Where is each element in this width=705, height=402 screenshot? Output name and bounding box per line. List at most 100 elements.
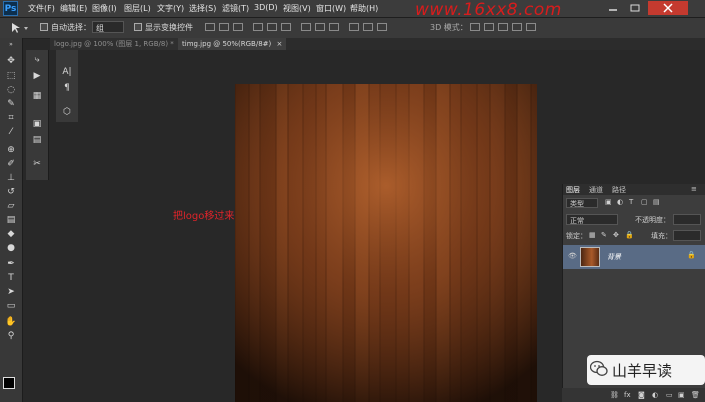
brush-tool-icon[interactable]: ✐ [4, 158, 18, 170]
align-vcenter-icon[interactable] [219, 23, 229, 31]
minimize-button[interactable] [604, 2, 622, 14]
tab-close-icon[interactable]: × [276, 40, 282, 48]
align-left-icon[interactable] [253, 23, 263, 31]
menu-edit[interactable]: 编辑(E) [60, 3, 87, 14]
eyedropper-icon[interactable]: ⁄ [4, 126, 18, 138]
restore-button[interactable] [626, 2, 644, 14]
tool-presets-icon[interactable]: ✂ [30, 158, 44, 170]
eye-icon[interactable]: 👁 [568, 252, 577, 260]
wechat-badge: 山羊早读 [587, 355, 705, 385]
align-bottom-icon[interactable] [233, 23, 243, 31]
distribute-vcenter-icon[interactable] [315, 23, 325, 31]
tab-paths[interactable]: 路径 [612, 185, 626, 195]
dodge-tool-icon[interactable]: ● [4, 242, 18, 254]
marquee-tool-icon[interactable]: ⬚ [4, 70, 18, 82]
3d-slide-icon[interactable] [512, 23, 522, 31]
new-layer-icon[interactable]: ▣ [678, 391, 685, 399]
healing-brush-icon[interactable]: ⊕ [4, 144, 18, 156]
show-transform-checkbox[interactable] [134, 23, 142, 31]
align-top-icon[interactable] [205, 23, 215, 31]
actions-icon[interactable]: ▶ [30, 70, 44, 82]
shape-tool-icon[interactable]: ▭ [4, 300, 18, 312]
tab-logo[interactable]: logo.jpg @ 100% (图层 1, RGB/8) * [50, 38, 178, 50]
distribute-top-icon[interactable] [301, 23, 311, 31]
zoom-tool-icon[interactable]: ⚲ [4, 330, 18, 342]
blend-mode-dropdown[interactable]: 正常 [566, 214, 618, 225]
history-brush-icon[interactable]: ↺ [4, 186, 18, 198]
filter-pixel-icon[interactable]: ▣ [605, 198, 612, 206]
close-button[interactable] [648, 1, 688, 15]
history-icon[interactable]: ⤷ [30, 54, 44, 66]
menu-layer[interactable]: 图层(L) [124, 3, 151, 14]
delete-layer-icon[interactable]: 🗑 [691, 391, 700, 399]
clone-stamp-icon[interactable]: ⊥ [4, 172, 18, 184]
document-canvas[interactable] [235, 84, 537, 402]
info-icon[interactable]: ▤ [30, 134, 44, 146]
layer-row-background[interactable]: 👁 背景 🔒 [563, 245, 705, 269]
fill-field[interactable] [673, 230, 701, 241]
close-icon [663, 3, 673, 13]
distribute-left-icon[interactable] [349, 23, 359, 31]
lasso-tool-icon[interactable]: ◌ [4, 84, 18, 96]
wechat-icon [590, 360, 608, 376]
menu-image[interactable]: 图像(I) [92, 3, 117, 14]
paragraph-icon[interactable]: ¶ [60, 82, 74, 94]
menu-select[interactable]: 选择(S) [189, 3, 216, 14]
auto-select-checkbox[interactable] [40, 23, 48, 31]
blur-tool-icon[interactable]: ◆ [4, 228, 18, 240]
align-hcenter-icon[interactable] [267, 23, 277, 31]
collapse-icon[interactable]: » [4, 42, 18, 48]
auto-select-dropdown[interactable]: 组 [92, 21, 124, 33]
panel-menu-icon[interactable]: ≡ [691, 185, 697, 193]
move-tool-icon[interactable]: ✥ [4, 55, 18, 67]
3d-roll-icon[interactable] [484, 23, 494, 31]
navigator-icon[interactable]: ▣ [30, 118, 44, 130]
type-tool-icon[interactable]: T [4, 272, 18, 284]
crop-tool-icon[interactable]: ⌗ [4, 112, 18, 124]
3d-pan-icon[interactable] [498, 23, 508, 31]
new-group-icon[interactable]: ▭ [666, 391, 673, 399]
menu-help[interactable]: 帮助(H) [350, 3, 378, 14]
align-right-icon[interactable] [281, 23, 291, 31]
lock-pixels-icon[interactable]: ✎ [601, 231, 607, 239]
add-mask-icon[interactable]: ◙ [638, 391, 645, 399]
menu-3d[interactable]: 3D(D) [254, 3, 278, 12]
tab-layers[interactable]: 图层 [566, 185, 580, 195]
layer-comps-icon[interactable]: ▦ [30, 90, 44, 102]
menu-filter[interactable]: 滤镜(T) [222, 3, 249, 14]
filter-shape-icon[interactable]: ▢ [641, 198, 648, 206]
tab-channels[interactable]: 通道 [589, 185, 603, 195]
link-layers-icon[interactable]: ⛓ [610, 391, 619, 399]
lock-transparency-icon[interactable]: ▦ [589, 231, 596, 239]
foreground-color-swatch[interactable] [3, 377, 15, 389]
distribute-right-icon[interactable] [377, 23, 387, 31]
path-select-icon[interactable]: ➤ [4, 286, 18, 298]
gradient-tool-icon[interactable]: ▤ [4, 214, 18, 226]
move-tool-icon[interactable] [10, 22, 30, 34]
filter-kind-dropdown[interactable]: 类型 [566, 198, 598, 208]
tab-timg[interactable]: timg.jpg @ 50%(RGB/8#) × [178, 38, 287, 50]
menu-window[interactable]: 窗口(W) [316, 3, 346, 14]
quick-select-icon[interactable]: ✎ [4, 98, 18, 110]
lock-position-icon[interactable]: ✥ [613, 231, 619, 239]
hand-tool-icon[interactable]: ✋ [4, 316, 18, 328]
distribute-hcenter-icon[interactable] [363, 23, 373, 31]
pen-tool-icon[interactable]: ✒ [4, 258, 18, 270]
menu-view[interactable]: 视图(V) [283, 3, 311, 14]
adjustment-layer-icon[interactable]: ◐ [652, 391, 658, 399]
lock-label: 锁定： [566, 232, 587, 240]
menu-type[interactable]: 文字(Y) [157, 3, 184, 14]
filter-adjust-icon[interactable]: ◐ [617, 198, 623, 206]
menu-file[interactable]: 文件(F) [28, 3, 55, 14]
filter-smart-icon[interactable]: ▤ [653, 198, 660, 206]
eraser-tool-icon[interactable]: ▱ [4, 200, 18, 212]
3d-rotate-icon[interactable] [470, 23, 480, 31]
distribute-bottom-icon[interactable] [329, 23, 339, 31]
3d-panel-icon[interactable]: ⬡ [60, 106, 74, 118]
layer-style-icon[interactable]: fx [624, 391, 631, 399]
3d-scale-icon[interactable] [526, 23, 536, 31]
opacity-field[interactable] [673, 214, 701, 225]
filter-type-icon[interactable]: T [629, 198, 633, 206]
lock-all-icon[interactable]: 🔒 [625, 231, 634, 239]
character-icon[interactable]: A| [60, 66, 74, 78]
